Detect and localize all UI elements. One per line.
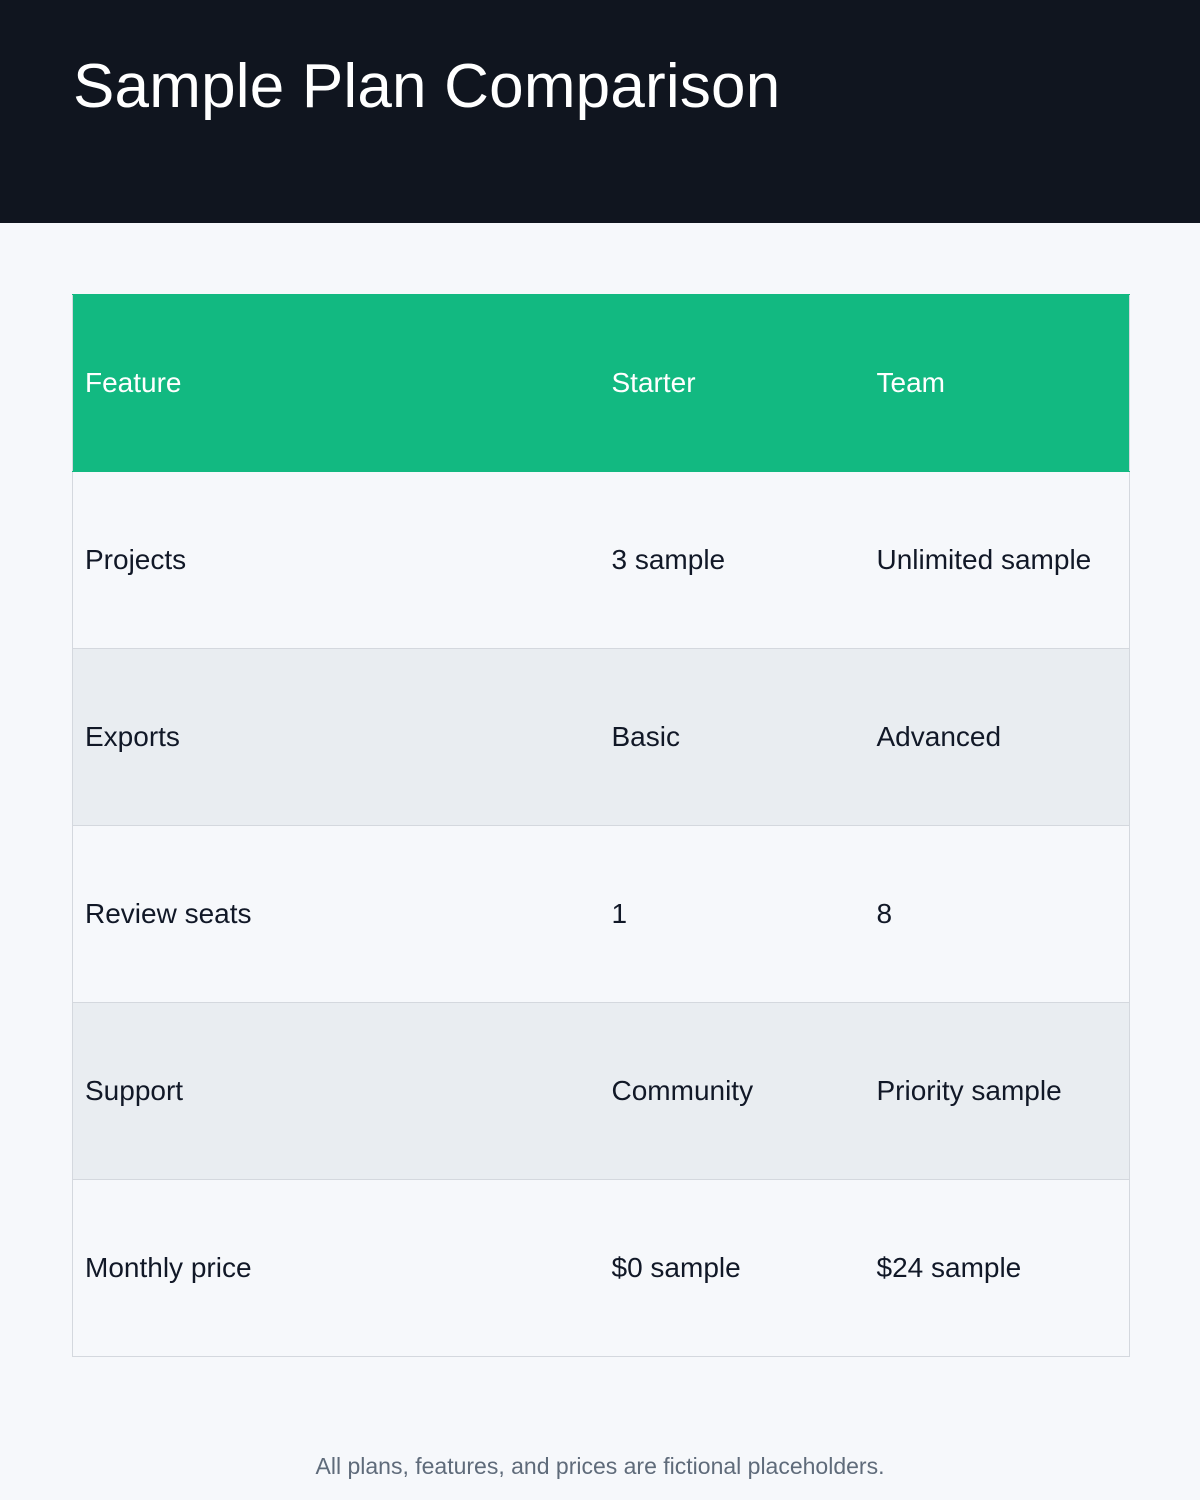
starter-cell: Basic <box>599 648 865 826</box>
plan-comparison-table-container: Feature Starter Team Projects 3 sample U… <box>72 294 1130 1357</box>
table-header: Feature Starter Team <box>72 294 1130 472</box>
starter-cell: 3 sample <box>599 471 865 649</box>
team-cell: 8 <box>864 825 1130 1003</box>
footnote: All plans, features, and prices are fict… <box>315 1453 885 1479</box>
table-row: Monthly price $0 sample $24 sample <box>72 1179 1130 1357</box>
team-cell: $24 sample <box>864 1179 1130 1357</box>
feature-cell: Exports <box>72 648 600 826</box>
starter-cell: 1 <box>599 825 865 1003</box>
team-cell: Unlimited sample <box>864 471 1130 649</box>
page-header: Sample Plan Comparison <box>0 0 1200 223</box>
page-title: Sample Plan Comparison <box>73 52 781 121</box>
team-cell: Advanced <box>864 648 1130 826</box>
column-header-feature: Feature <box>72 294 600 472</box>
table-header-row: Feature Starter Team <box>72 294 1130 472</box>
plan-comparison-table: Feature Starter Team Projects 3 sample U… <box>72 294 1130 1357</box>
column-header-starter: Starter <box>599 294 865 472</box>
team-cell: Priority sample <box>864 1002 1130 1180</box>
feature-cell: Support <box>72 1002 600 1180</box>
feature-cell: Monthly price <box>72 1179 600 1357</box>
table-body: Projects 3 sample Unlimited sample Expor… <box>72 471 1130 1357</box>
starter-cell: $0 sample <box>599 1179 865 1357</box>
feature-cell: Projects <box>72 471 600 649</box>
starter-cell: Community <box>599 1002 865 1180</box>
table-row: Exports Basic Advanced <box>72 648 1130 826</box>
column-header-team: Team <box>864 294 1130 472</box>
table-row: Support Community Priority sample <box>72 1002 1130 1180</box>
feature-cell: Review seats <box>72 825 600 1003</box>
table-row: Review seats 1 8 <box>72 825 1130 1003</box>
table-row: Projects 3 sample Unlimited sample <box>72 471 1130 649</box>
